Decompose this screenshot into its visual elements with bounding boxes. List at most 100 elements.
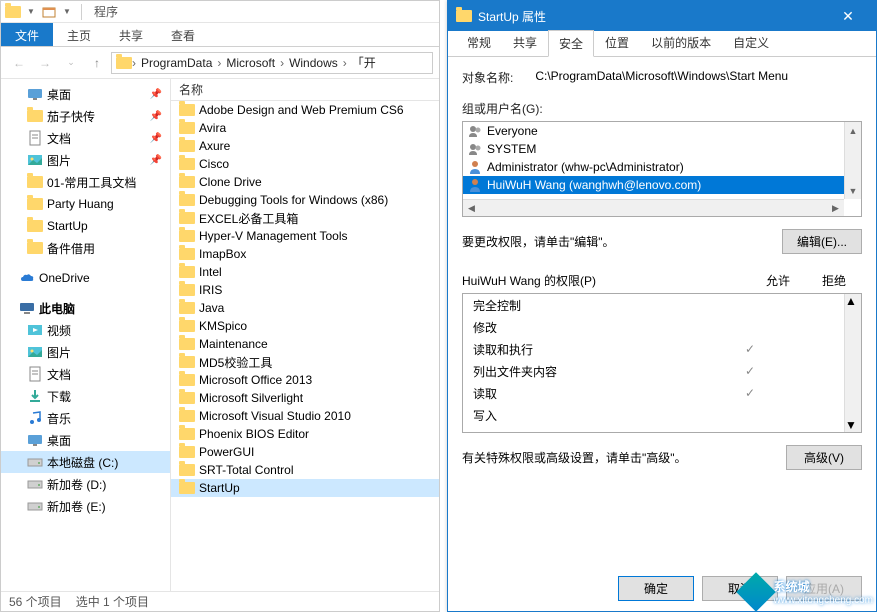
scroll-right-icon[interactable]: ▶ <box>827 200 844 216</box>
scroll-up-icon[interactable]: ▲ <box>845 294 861 308</box>
forward-button[interactable]: → <box>33 51 57 75</box>
tree-node[interactable]: 文档 <box>1 363 170 385</box>
tree-node[interactable]: 图片 <box>1 341 170 363</box>
user-name: HuiWuH Wang (wanghwh@lenovo.com) <box>487 178 701 192</box>
file-row[interactable]: Avira <box>171 119 439 137</box>
folder-icon <box>179 210 195 226</box>
tab-home[interactable]: 主页 <box>53 23 105 46</box>
back-button[interactable]: ← <box>7 51 31 75</box>
file-row[interactable]: Hyper-V Management Tools <box>171 227 439 245</box>
tree-node[interactable]: 本地磁盘 (C:) <box>1 451 170 473</box>
file-row[interactable]: Phoenix BIOS Editor <box>171 425 439 443</box>
file-row[interactable]: SRT-Total Control <box>171 461 439 479</box>
permission-row[interactable]: 读取和执行✓ <box>463 338 844 360</box>
dialog-tab[interactable]: 位置 <box>594 29 640 56</box>
ok-button[interactable]: 确定 <box>618 576 694 601</box>
folder-icon <box>116 55 132 71</box>
permission-row[interactable]: 读取✓ <box>463 382 844 404</box>
breadcrumb-item[interactable]: Windows <box>284 56 343 70</box>
permissions-list[interactable]: 完全控制修改读取和执行✓列出文件夹内容✓读取✓ 写入 ▲ ▼ <box>462 293 862 433</box>
column-header-name[interactable]: 名称 <box>171 79 439 101</box>
file-row[interactable]: Clone Drive <box>171 173 439 191</box>
file-row[interactable]: Debugging Tools for Windows (x86) <box>171 191 439 209</box>
breadcrumb-item[interactable]: 「开 <box>347 54 381 71</box>
recent-dropdown[interactable]: ⌄ <box>59 51 83 75</box>
tree-node[interactable]: 桌面📌 <box>1 83 170 105</box>
tree-node[interactable]: 备件借用 <box>1 237 170 259</box>
drive-icon <box>27 476 43 492</box>
file-row[interactable]: Microsoft Office 2013 <box>171 371 439 389</box>
up-button[interactable]: ↑ <box>85 51 109 75</box>
user-row[interactable]: HuiWuH Wang (wanghwh@lenovo.com) <box>463 176 844 194</box>
file-row[interactable]: StartUp <box>171 479 439 497</box>
file-row[interactable]: PowerGUI <box>171 443 439 461</box>
user-row[interactable]: Administrator (whw-pc\Administrator) <box>463 158 844 176</box>
tree-node[interactable]: 下载 <box>1 385 170 407</box>
scroll-down-icon[interactable]: ▼ <box>845 182 861 199</box>
tree-node[interactable]: 茄子快传📌 <box>1 105 170 127</box>
tab-share[interactable]: 共享 <box>105 23 157 46</box>
tree-node[interactable]: 文档📌 <box>1 127 170 149</box>
dialog-tab[interactable]: 安全 <box>548 30 594 57</box>
tree-node[interactable]: Party Huang <box>1 193 170 215</box>
file-row[interactable]: Adobe Design and Web Premium CS6 <box>171 101 439 119</box>
tree-node[interactable]: 新加卷 (E:) <box>1 495 170 517</box>
close-button[interactable]: ✕ <box>828 8 868 25</box>
properties-icon[interactable] <box>41 4 57 20</box>
file-row[interactable]: EXCEL必备工具箱 <box>171 209 439 227</box>
folder-icon <box>179 462 195 478</box>
file-row[interactable]: Microsoft Visual Studio 2010 <box>171 407 439 425</box>
permission-row[interactable]: 完全控制 <box>463 294 844 316</box>
user-row[interactable]: Everyone <box>463 122 844 140</box>
user-row[interactable]: SYSTEM <box>463 140 844 158</box>
tab-file[interactable]: 文件 <box>1 23 53 46</box>
breadcrumb-item[interactable]: Microsoft <box>221 56 280 70</box>
file-row[interactable]: IRIS <box>171 281 439 299</box>
tree-node-label: 图片 <box>47 152 71 169</box>
scroll-up-icon[interactable]: ▲ <box>845 122 861 139</box>
file-row[interactable]: Maintenance <box>171 335 439 353</box>
tree-node-onedrive[interactable]: OneDrive <box>1 267 170 289</box>
nav-tree[interactable]: 桌面📌茄子快传📌文档📌图片📌01-常用工具文档Party HuangStartU… <box>1 79 171 591</box>
down-icon[interactable]: ▼ <box>59 4 75 20</box>
tree-node[interactable]: 音乐 <box>1 407 170 429</box>
file-row[interactable]: MD5校验工具 <box>171 353 439 371</box>
vertical-scrollbar[interactable]: ▲ ▼ <box>844 294 861 432</box>
tree-node[interactable]: StartUp <box>1 215 170 237</box>
scroll-left-icon[interactable]: ◀ <box>463 200 480 216</box>
tree-node-label: 视频 <box>47 322 71 339</box>
dialog-tab[interactable]: 共享 <box>502 29 548 56</box>
tree-node[interactable]: 图片📌 <box>1 149 170 171</box>
file-row[interactable]: Axure <box>171 137 439 155</box>
dialog-tab[interactable]: 自定义 <box>722 29 780 56</box>
down-icon[interactable]: ▼ <box>23 4 39 20</box>
edit-button[interactable]: 编辑(E)... <box>782 229 862 254</box>
tree-node[interactable]: 新加卷 (D:) <box>1 473 170 495</box>
horizontal-scrollbar[interactable]: ◀ ▶ <box>463 199 844 216</box>
vertical-scrollbar[interactable]: ▲ ▼ <box>844 122 861 199</box>
permission-row[interactable]: 列出文件夹内容✓ <box>463 360 844 382</box>
folder-icon <box>179 192 195 208</box>
users-list[interactable]: EveryoneSYSTEMAdministrator (whw-pc\Admi… <box>462 121 862 217</box>
file-row[interactable]: ImapBox <box>171 245 439 263</box>
tree-node-thispc[interactable]: 此电脑 <box>1 297 170 319</box>
permission-row[interactable]: 写入 <box>463 404 844 426</box>
breadcrumb-item[interactable]: ProgramData <box>136 56 217 70</box>
file-row[interactable]: Microsoft Silverlight <box>171 389 439 407</box>
scroll-down-icon[interactable]: ▼ <box>845 418 861 432</box>
watermark-logo <box>736 572 776 612</box>
permission-row[interactable]: 修改 <box>463 316 844 338</box>
file-row[interactable]: KMSpico <box>171 317 439 335</box>
permission-name: 写入 <box>473 407 722 424</box>
breadcrumb[interactable]: › ProgramData › Microsoft › Windows › 「开 <box>111 52 433 74</box>
dialog-tab[interactable]: 以前的版本 <box>640 29 722 56</box>
file-row[interactable]: Intel <box>171 263 439 281</box>
tree-node[interactable]: 01-常用工具文档 <box>1 171 170 193</box>
advanced-button[interactable]: 高级(V) <box>786 445 862 470</box>
tab-view[interactable]: 查看 <box>157 23 209 46</box>
file-row[interactable]: Java <box>171 299 439 317</box>
dialog-tab[interactable]: 常规 <box>456 29 502 56</box>
tree-node[interactable]: 视频 <box>1 319 170 341</box>
file-row[interactable]: Cisco <box>171 155 439 173</box>
tree-node[interactable]: 桌面 <box>1 429 170 451</box>
